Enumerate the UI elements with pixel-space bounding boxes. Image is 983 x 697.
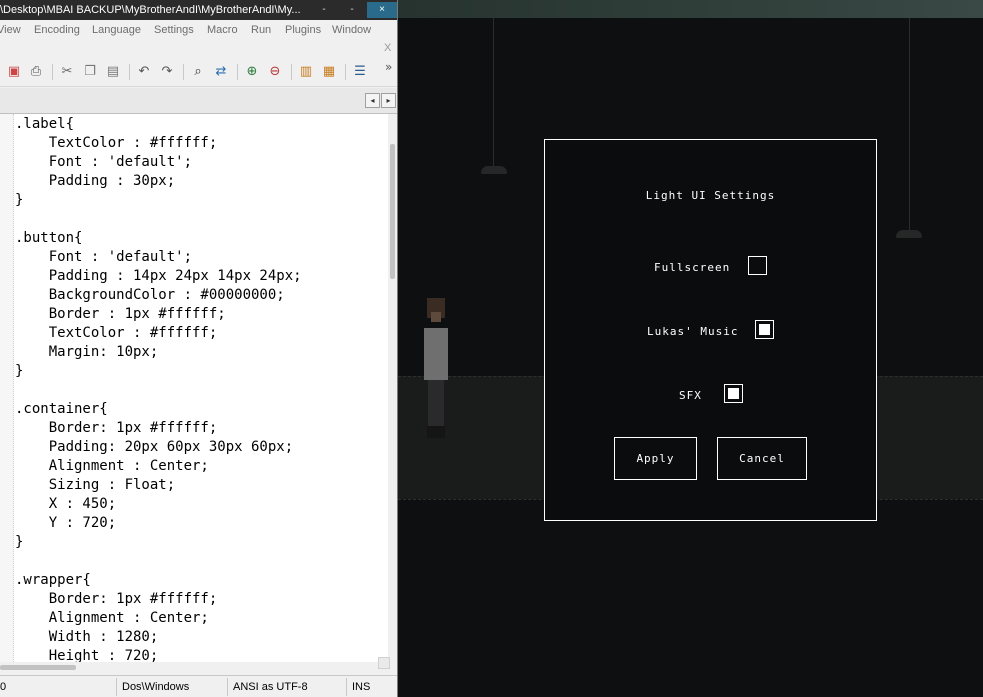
status-divider: [116, 678, 117, 696]
restore-button[interactable]: -: [340, 2, 364, 18]
tab-scroll-left-icon[interactable]: ◂: [365, 93, 380, 108]
menu-plugins[interactable]: Plugins: [285, 24, 321, 36]
lamp-cord: [493, 18, 494, 166]
fold-margin[interactable]: [0, 114, 14, 662]
menu-view[interactable]: View: [0, 24, 21, 36]
undo-icon[interactable]: ↶: [136, 64, 152, 80]
game-header-strip: [398, 0, 983, 18]
close-window-button[interactable]: ×: [367, 2, 397, 18]
status-encoding: ANSI as UTF-8: [233, 681, 308, 693]
game-window: Light UI Settings Fullscreen Lukas' Musi…: [398, 0, 983, 697]
menu-encoding[interactable]: Encoding: [34, 24, 80, 36]
zoom-in-icon[interactable]: ⊕: [244, 64, 260, 80]
menu-bar: View Encoding Language Settings Macro Ru…: [0, 20, 397, 54]
horizontal-scroll-thumb[interactable]: [0, 665, 76, 670]
character-body: [424, 328, 448, 380]
word-wrap-icon[interactable]: ☰: [352, 64, 368, 80]
cancel-button[interactable]: Cancel: [717, 437, 807, 480]
lamp-cord: [909, 18, 910, 230]
sync-horizontal-icon[interactable]: ▦: [321, 64, 337, 80]
minimize-button[interactable]: -: [312, 2, 336, 18]
zoom-out-icon[interactable]: ⊖: [267, 64, 283, 80]
status-bar: 0 Dos\Windows ANSI as UTF-8 INS: [0, 675, 397, 697]
music-checkbox[interactable]: [755, 320, 774, 339]
ceiling-lamp: [481, 166, 507, 174]
replace-icon[interactable]: ⇄: [213, 64, 229, 80]
settings-title: Light UI Settings: [645, 189, 776, 202]
toolbar-separator: [183, 64, 184, 80]
tab-scroll-right-icon[interactable]: ▸: [381, 93, 396, 108]
toolbar-more-icon[interactable]: »: [385, 60, 392, 74]
close-document-button[interactable]: X: [384, 42, 391, 54]
sync-vertical-icon[interactable]: ▥: [298, 64, 314, 80]
vertical-scrollbar[interactable]: [388, 114, 397, 662]
character-face: [431, 312, 441, 322]
editor-titlebar: \Desktop\MBAI BACKUP\MyBrotherAndI\MyBro…: [0, 0, 397, 20]
cut-icon[interactable]: ✂: [59, 64, 75, 80]
character-legs: [428, 380, 444, 428]
resize-grip[interactable]: [378, 657, 390, 669]
code-text[interactable]: .label{ TextColor : #ffffff; Font : 'def…: [15, 115, 302, 662]
music-label: Lukas' Music: [647, 325, 739, 338]
status-position: 0: [0, 681, 7, 693]
toolbar-separator: [52, 64, 53, 80]
redo-icon[interactable]: ↷: [159, 64, 175, 80]
status-eol: Dos\Windows: [122, 681, 190, 693]
toolbar: ▣ ⎙ ✂ ❐ ▤ ↶ ↷ ⌕ ⇄ ⊕ ⊖ ▥ ▦ ☰ »: [0, 58, 397, 87]
notepad-plus-plus-window: \Desktop\MBAI BACKUP\MyBrotherAndI\MyBro…: [0, 0, 398, 697]
menu-language[interactable]: Language: [92, 24, 141, 36]
status-divider: [227, 678, 228, 696]
toolbar-separator: [345, 64, 346, 80]
toolbar-separator: [237, 64, 238, 80]
status-mode: INS: [352, 681, 371, 693]
ceiling-lamp: [896, 230, 922, 238]
horizontal-scrollbar[interactable]: [0, 662, 388, 672]
code-editor[interactable]: .label{ TextColor : #ffffff; Font : 'def…: [0, 114, 388, 662]
sfx-checkbox[interactable]: [724, 384, 743, 403]
fullscreen-checkbox[interactable]: [748, 256, 767, 275]
find-icon[interactable]: ⌕: [190, 64, 206, 80]
fullscreen-label: Fullscreen: [654, 261, 731, 274]
sfx-label: SFX: [679, 389, 702, 402]
menu-macro[interactable]: Macro: [207, 24, 238, 36]
tab-bar: ◂ ▸: [0, 88, 397, 114]
copy-icon[interactable]: ❐: [82, 64, 98, 80]
settings-dialog: Light UI Settings Fullscreen Lukas' Musi…: [544, 139, 877, 521]
player-character: [418, 298, 454, 440]
apply-button[interactable]: Apply: [614, 437, 697, 480]
menu-window[interactable]: Window: [332, 24, 371, 36]
status-divider: [346, 678, 347, 696]
menu-settings[interactable]: Settings: [154, 24, 194, 36]
character-shoes: [427, 426, 445, 438]
close-file-icon[interactable]: ▣: [6, 64, 22, 80]
toolbar-separator: [129, 64, 130, 80]
editor-window-title: \Desktop\MBAI BACKUP\MyBrotherAndI\MyBro…: [0, 4, 301, 16]
paste-icon[interactable]: ▤: [105, 64, 121, 80]
menu-run[interactable]: Run: [251, 24, 271, 36]
vertical-scroll-thumb[interactable]: [390, 144, 395, 279]
toolbar-separator: [291, 64, 292, 80]
print-icon[interactable]: ⎙: [28, 64, 44, 80]
